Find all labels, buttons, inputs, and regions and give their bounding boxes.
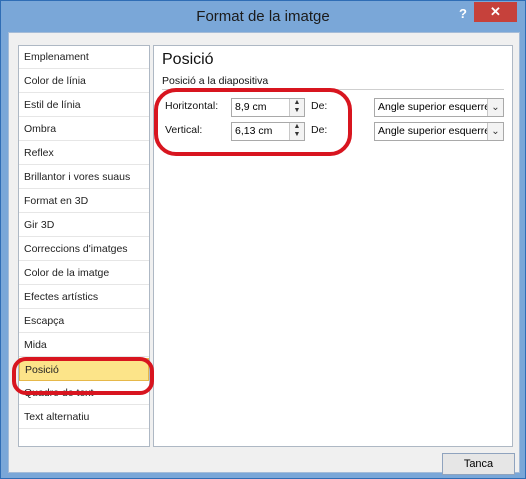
nav-item-size[interactable]: Mida (19, 334, 149, 357)
nav-item-text-box[interactable]: Quadre de text (19, 382, 149, 405)
close-icon[interactable]: ✕ (474, 2, 517, 22)
section-label: Posició a la diapositiva (162, 75, 269, 87)
help-button[interactable]: ? (456, 5, 470, 23)
horizontal-from-value: Angle superior esquerre (378, 101, 491, 113)
vertical-value: 6,13 cm (235, 125, 273, 137)
horizontal-from-dropdown[interactable]: Angle superior esquerre ⌄ (374, 98, 504, 117)
settings-panel: Posició Posició a la diapositiva Horitzo… (153, 45, 513, 447)
nav-item-picture-corrections[interactable]: Correccions d'imatges (19, 238, 149, 261)
nav-item-crop[interactable]: Escapça (19, 310, 149, 333)
chevron-down-icon[interactable]: ⌄ (487, 123, 503, 140)
spin-arrows-icon[interactable]: ▲ ▼ (289, 123, 304, 140)
nav-item-glow-soft-edges[interactable]: Brillantor i vores suaus (19, 166, 149, 189)
nav-item-reflection[interactable]: Reflex (19, 142, 149, 165)
vertical-from-dropdown[interactable]: Angle superior esquerre ⌄ (374, 122, 504, 141)
vertical-from-label: De: (311, 124, 328, 136)
dialog-title: Format de la imatge (196, 8, 330, 25)
dialog-window: Format de la imatge ? ✕ Emplenament Colo… (0, 0, 526, 479)
nav-item-line-style[interactable]: Estil de línia (19, 94, 149, 117)
title-bar: Format de la imatge ? ✕ (1, 1, 525, 32)
section-divider (162, 89, 504, 90)
vertical-position-input[interactable]: 6,13 cm ▲ ▼ (231, 122, 305, 141)
nav-item-line-color[interactable]: Color de línia (19, 70, 149, 93)
dialog-body: Emplenament Color de línia Estil de líni… (8, 32, 520, 475)
vertical-from-value: Angle superior esquerre (378, 125, 491, 137)
horizontal-position-input[interactable]: 8,9 cm ▲ ▼ (231, 98, 305, 117)
vertical-label: Vertical: (165, 124, 203, 136)
category-list: Emplenament Color de línia Estil de líni… (18, 45, 150, 447)
nav-item-alt-text[interactable]: Text alternatiu (19, 406, 149, 429)
nav-item-3d-rotation[interactable]: Gir 3D (19, 214, 149, 237)
spin-arrows-icon[interactable]: ▲ ▼ (289, 99, 304, 116)
nav-item-shadow[interactable]: Ombra (19, 118, 149, 141)
nav-item-3d-format[interactable]: Format en 3D (19, 190, 149, 213)
panel-title: Posició (162, 51, 214, 68)
close-button[interactable]: Tanca (442, 453, 515, 475)
nav-item-artistic-effects[interactable]: Efectes artístics (19, 286, 149, 309)
nav-item-position[interactable]: Posició (19, 358, 149, 381)
nav-item-picture-color[interactable]: Color de la imatge (19, 262, 149, 285)
horizontal-from-label: De: (311, 100, 328, 112)
horizontal-value: 8,9 cm (235, 101, 267, 113)
nav-item-fill[interactable]: Emplenament (19, 46, 149, 69)
chevron-down-icon[interactable]: ⌄ (487, 99, 503, 116)
horizontal-label: Horitzontal: (165, 100, 219, 112)
